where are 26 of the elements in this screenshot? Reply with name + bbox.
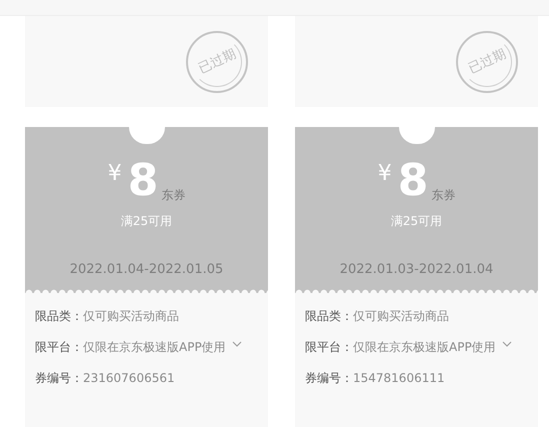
coupon-unit: 东券 [431, 189, 456, 201]
expired-stamp: 已过期 [456, 31, 518, 93]
detail-value: 154781606111 [353, 370, 445, 387]
coupon-amount: 8 [128, 159, 158, 203]
detail-label: 限品类： [35, 308, 83, 325]
coupon-unit: 东券 [161, 189, 186, 201]
detail-value: 仅可购买活动商品 [83, 308, 179, 325]
detail-label: 限平台： [305, 339, 353, 356]
detail-value: 231607606561 [83, 370, 175, 387]
validity-dates: 2022.01.04-2022.01.05 [70, 261, 224, 279]
chevron-down-icon[interactable] [232, 341, 242, 347]
detail-label: 限品类： [305, 308, 353, 325]
detail-value: 仅限在京东极速版APP使用 [83, 339, 226, 356]
coupon-amount: 8 [398, 159, 428, 203]
currency-symbol: ¥ [108, 163, 122, 185]
validity-dates: 2022.01.03-2022.01.04 [340, 261, 494, 279]
currency-symbol: ¥ [378, 163, 392, 185]
detail-value: 仅可购买活动商品 [353, 308, 449, 325]
coupon-condition: 满25可用 [120, 213, 172, 230]
chevron-down-icon[interactable] [502, 341, 512, 347]
detail-label: 限平台： [35, 339, 83, 356]
detail-label: 券编号： [35, 370, 83, 387]
detail-label: 券编号： [305, 370, 353, 387]
coupon-condition: 满25可用 [390, 213, 442, 230]
detail-value: 仅限在京东极速版APP使用 [353, 339, 496, 356]
expired-stamp: 已过期 [186, 31, 248, 93]
